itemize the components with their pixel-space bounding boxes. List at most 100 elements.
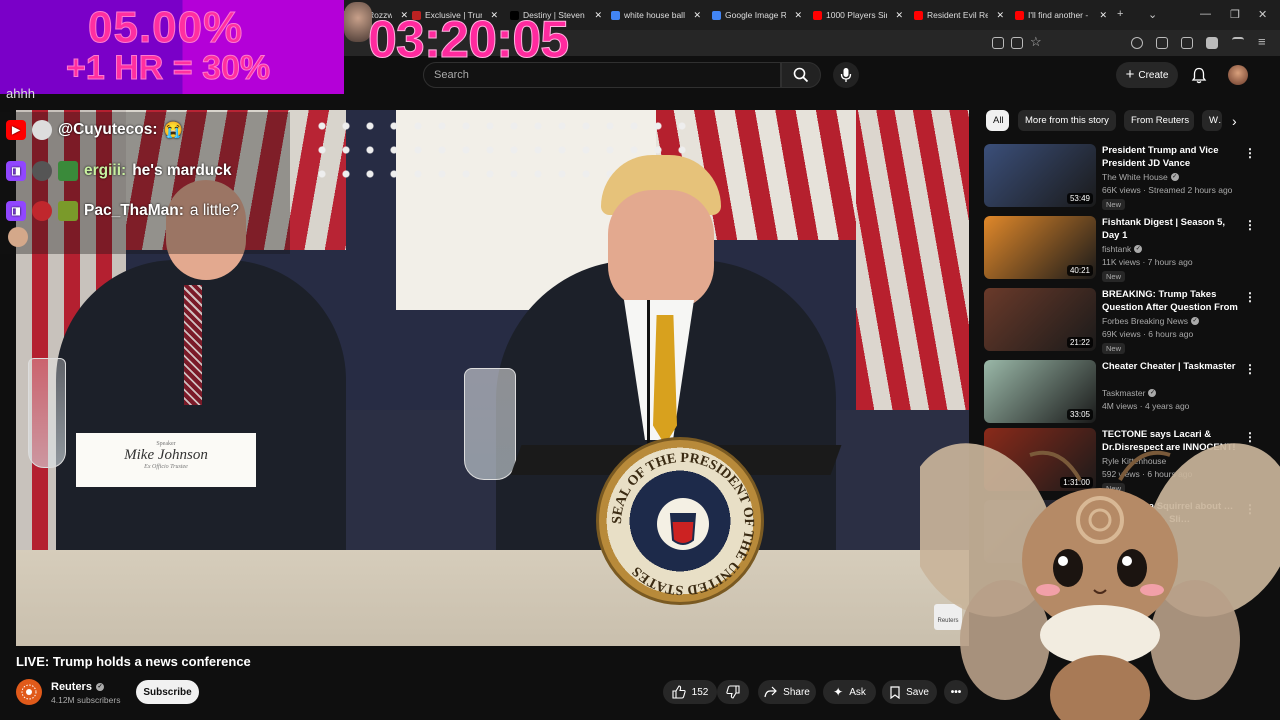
tab-close-icon[interactable]: ✕ bbox=[693, 10, 701, 21]
tab-favicon-icon bbox=[1015, 10, 1024, 20]
tab-label: I'll find another - … bbox=[1028, 10, 1091, 20]
video-duration: 21:22 bbox=[1066, 337, 1093, 348]
downloads-icon[interactable] bbox=[1232, 37, 1244, 49]
flag-far-right bbox=[856, 110, 969, 410]
sparkle-icon: ✦ bbox=[833, 685, 844, 699]
presidential-seal: SEAL OF THE PRESIDENT OF THE UNITED STAT… bbox=[596, 437, 764, 605]
chat-badge bbox=[58, 201, 78, 221]
recommended-video-title[interactable]: Fishtank Digest | Season 5, Day 1 bbox=[1102, 216, 1238, 242]
chip-more-from-story[interactable]: More from this story bbox=[1018, 110, 1116, 131]
chat-badge bbox=[58, 161, 78, 181]
browser-tab[interactable]: white house ballr… ✕ bbox=[611, 5, 701, 25]
water-glass-center bbox=[464, 368, 516, 480]
recommended-video-title[interactable]: BREAKING: Trump Takes Question After Que… bbox=[1102, 288, 1238, 314]
browser-tab[interactable]: I'll find another - … ✕ bbox=[1015, 5, 1107, 25]
chat-badge bbox=[32, 161, 52, 181]
chip-partial[interactable]: W… bbox=[1202, 110, 1222, 131]
tab-close-icon[interactable]: ✕ bbox=[895, 10, 903, 21]
share-button[interactable]: Share bbox=[758, 680, 816, 704]
video-duration: 53:49 bbox=[1066, 193, 1093, 204]
profile-icon[interactable] bbox=[1131, 37, 1143, 49]
plus-icon: + bbox=[1125, 66, 1135, 83]
video-thumbnail[interactable]: 40:21 bbox=[984, 216, 1096, 279]
create-label: Create bbox=[1138, 69, 1169, 81]
chat-text: 😭 bbox=[163, 121, 183, 139]
recommended-channel[interactable]: Forbes Breaking News ✓ bbox=[1102, 316, 1199, 326]
screenshot-icon[interactable] bbox=[992, 37, 1004, 49]
browser-tab[interactable]: Resident Evil Rem… ✕ bbox=[914, 5, 1004, 25]
channel-avatar[interactable] bbox=[16, 679, 42, 705]
microphone-stand bbox=[647, 300, 650, 450]
browser-tab[interactable]: Google Image Re… ✕ bbox=[712, 5, 802, 25]
account-avatar[interactable] bbox=[1228, 65, 1248, 85]
maximize-icon[interactable]: ❐ bbox=[1230, 8, 1240, 21]
minimize-icon[interactable]: — bbox=[1200, 8, 1211, 20]
close-window-icon[interactable]: ✕ bbox=[1258, 8, 1267, 21]
notifications-bell-icon[interactable] bbox=[1191, 67, 1207, 84]
shield-icon[interactable] bbox=[1156, 37, 1168, 49]
create-button[interactable]: + Create bbox=[1116, 62, 1178, 88]
chat-text: a little? bbox=[189, 202, 240, 219]
tab-label: 1000 Players Sim… bbox=[826, 10, 887, 20]
nameplate-office: Ex Officio Trustee bbox=[144, 464, 188, 470]
chat-user: Pac_ThaMan: bbox=[84, 202, 184, 219]
recommended-video[interactable]: 33:05 Cheater Cheater | Taskmaster Taskmas… bbox=[984, 360, 1274, 426]
new-badge: New bbox=[1102, 271, 1126, 282]
save-playlist-icon bbox=[890, 685, 900, 699]
tab-favicon-icon bbox=[914, 10, 923, 20]
recommended-video[interactable]: 40:21 Fishtank Digest | Season 5, Day 1 fi… bbox=[984, 216, 1274, 282]
overlay-cut-text: ahhh bbox=[6, 86, 35, 101]
recommended-video-title[interactable]: President Trump and Vice President JD Va… bbox=[1102, 144, 1238, 170]
video-thumbnail[interactable]: 33:05 bbox=[984, 360, 1096, 423]
new-badge: New bbox=[1102, 343, 1126, 354]
tab-close-icon[interactable]: ✕ bbox=[594, 10, 602, 21]
new-tab-button[interactable]: + bbox=[1117, 8, 1123, 20]
recommended-channel[interactable]: Taskmaster ✓ bbox=[1102, 388, 1157, 398]
voice-search-button[interactable] bbox=[833, 62, 859, 88]
recommended-channel[interactable]: fishtank ✓ bbox=[1102, 244, 1143, 254]
extensions-icon[interactable] bbox=[1181, 37, 1193, 49]
more-vertical-icon[interactable]: ⋮ bbox=[1244, 146, 1256, 160]
tab-close-icon[interactable]: ✕ bbox=[996, 10, 1004, 21]
search-button[interactable] bbox=[781, 62, 821, 88]
twitch-icon: ◨ bbox=[6, 201, 26, 221]
channel-name[interactable]: Reuters ✓ bbox=[51, 681, 104, 693]
ask-button[interactable]: ✦ Ask bbox=[823, 680, 876, 704]
video-duration: 33:05 bbox=[1066, 409, 1093, 420]
tab-favicon-icon bbox=[813, 10, 822, 20]
bookmark-star-icon[interactable]: ☆ bbox=[1030, 34, 1042, 50]
tab-list-icon[interactable]: ⌄ bbox=[1148, 8, 1157, 21]
like-button[interactable]: 152 bbox=[663, 680, 717, 704]
more-vertical-icon[interactable]: ⋮ bbox=[1244, 218, 1256, 232]
dislike-button[interactable] bbox=[717, 680, 749, 704]
menu-icon[interactable]: ≡ bbox=[1258, 34, 1266, 49]
recommended-video-title[interactable]: Cheater Cheater | Taskmaster bbox=[1102, 360, 1238, 373]
microphone-icon bbox=[840, 68, 852, 82]
verified-icon: ✓ bbox=[95, 683, 104, 691]
more-vertical-icon[interactable]: ⋮ bbox=[1244, 362, 1256, 376]
chip-from-reuters[interactable]: From Reuters bbox=[1124, 110, 1194, 131]
video-thumbnail[interactable]: 21:22 bbox=[984, 288, 1096, 351]
tab-close-icon[interactable]: ✕ bbox=[1099, 10, 1107, 21]
recommended-channel[interactable]: The White House ✓ bbox=[1102, 172, 1179, 182]
chip-scroll-right-icon[interactable]: › bbox=[1232, 113, 1237, 129]
reader-icon[interactable] bbox=[1011, 37, 1023, 49]
tab-close-icon[interactable]: ✕ bbox=[794, 10, 802, 21]
video-title: LIVE: Trump holds a news conference bbox=[16, 654, 251, 669]
recommended-video[interactable]: 53:49 President Trump and Vice President … bbox=[984, 144, 1274, 210]
screen: …ly Rozzwa…✕Exclusive | Trump✕Destiny | … bbox=[0, 0, 1280, 720]
video-thumbnail[interactable]: 53:49 bbox=[984, 144, 1096, 207]
sidebar-icon[interactable] bbox=[1206, 37, 1218, 49]
reuters-logo-icon bbox=[21, 684, 37, 700]
tab-label: Resident Evil Rem… bbox=[927, 10, 989, 20]
subscribe-button[interactable]: Subscribe bbox=[136, 680, 199, 704]
browser-tab[interactable]: 1000 Players Sim… ✕ bbox=[813, 5, 903, 25]
more-vertical-icon[interactable]: ⋮ bbox=[1244, 290, 1256, 304]
chat-text: he's marduck bbox=[132, 162, 232, 179]
nameplate: Speaker Mike Johnson Ex Officio Trustee bbox=[76, 433, 256, 487]
water-glass-left bbox=[28, 358, 66, 468]
recommended-video[interactable]: 21:22 BREAKING: Trump Takes Question Afte… bbox=[984, 288, 1274, 354]
chip-all[interactable]: All bbox=[986, 110, 1009, 131]
moth-vtuber-avatar bbox=[920, 443, 1280, 720]
chat-user: ergiii: bbox=[84, 162, 127, 179]
